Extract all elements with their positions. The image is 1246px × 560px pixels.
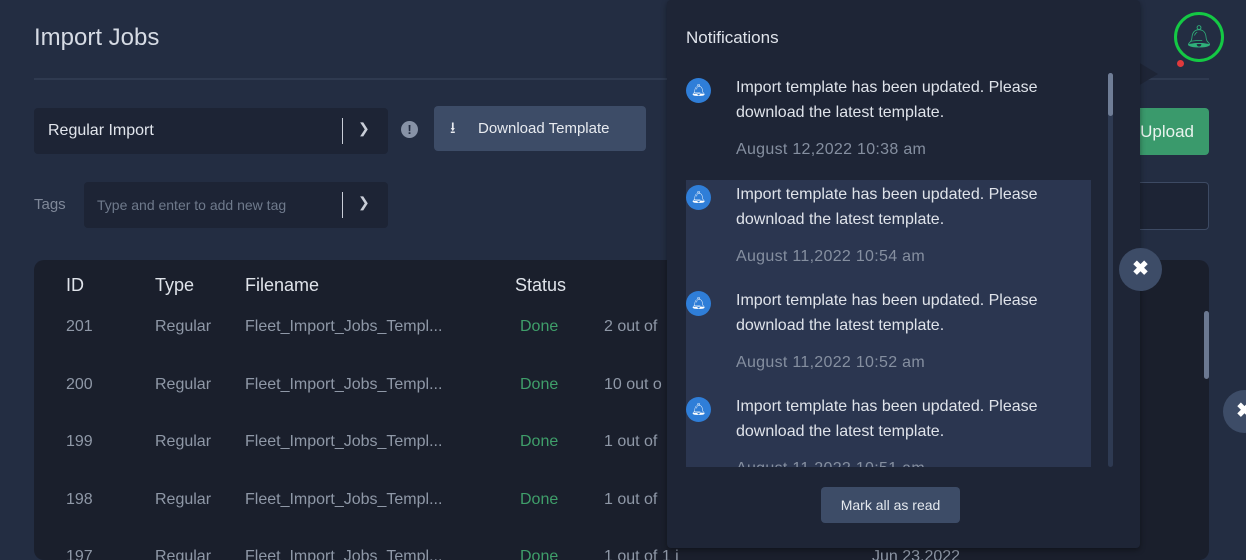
notification-time: August 11,2022 10:54 am	[736, 248, 925, 265]
tags-label: Tags	[34, 196, 66, 213]
close-icon[interactable]: ✖	[1119, 248, 1162, 291]
download-icon: ⭳	[450, 120, 456, 137]
notification-time: August 11,2022 10:52 am	[736, 354, 925, 371]
cell-status: Done	[520, 490, 559, 508]
cell-progress: 10 out o	[604, 375, 662, 393]
tags-input[interactable]: Type and enter to add new tag ❯	[84, 182, 388, 228]
cell-type: Regular	[155, 375, 212, 393]
notification-item[interactable]: 🔔︎ Import template has been updated. Ple…	[686, 180, 1091, 286]
bell-icon: 🔔︎	[686, 185, 711, 210]
header-id[interactable]: ID	[66, 275, 84, 296]
cell-filename[interactable]: Fleet_Import_Jobs_Templ...	[245, 491, 442, 509]
cell-filename[interactable]: Fleet_Import_Jobs_Templ...	[245, 376, 442, 394]
select-separator	[342, 192, 343, 218]
cell-progress: 1 out of	[604, 490, 658, 508]
import-type-value: Regular Import	[48, 122, 154, 139]
cell-progress: 1 out of	[604, 433, 658, 450]
notification-item[interactable]: 🔔︎ Import template has been updated. Ple…	[686, 286, 1091, 392]
notifications-list: 🔔︎ Import template has been updated. Ple…	[686, 70, 1091, 467]
close-icon[interactable]: ✖	[1223, 390, 1246, 433]
bell-icon: 🔔︎	[686, 397, 711, 422]
cell-id: 197	[66, 548, 93, 560]
bell-icon: 🔔︎	[686, 78, 711, 103]
import-type-select[interactable]: Regular Import ❯	[34, 108, 388, 154]
header-status[interactable]: Status	[515, 275, 566, 296]
cell-filename[interactable]: Fleet_Import_Jobs_Templ...	[245, 433, 442, 451]
notification-message: Import template has been updated. Please…	[736, 398, 1038, 440]
notification-message: Import template has been updated. Please…	[736, 79, 1038, 121]
page-title: Import Jobs	[34, 24, 160, 51]
cell-progress: 2 out of	[604, 318, 658, 335]
download-template-label: Download Template	[478, 120, 610, 137]
chevron-down-icon[interactable]: ❯	[358, 120, 370, 137]
cell-id: 198	[66, 490, 93, 508]
notifications-title: Notifications	[686, 28, 779, 47]
header-filename[interactable]: Filename	[245, 275, 319, 296]
cell-type: Regular	[155, 548, 212, 560]
notifications-panel: Notifications 🔔︎ Import template has bee…	[667, 0, 1140, 548]
cell-filename[interactable]: Fleet_Import_Jobs_Templ...	[245, 318, 442, 336]
notification-time: August 12,2022 10:38 am	[736, 141, 927, 158]
cell-status: Done	[520, 548, 559, 560]
cell-id: 201	[66, 318, 93, 335]
cell-type: Regular	[155, 433, 212, 450]
mark-all-read-button[interactable]: Mark all as read	[821, 487, 960, 523]
bell-icon: 🔔︎	[686, 291, 711, 316]
notification-item[interactable]: 🔔︎ Import template has been updated. Ple…	[686, 392, 1091, 467]
cell-status: Done	[520, 433, 559, 450]
cell-id: 199	[66, 433, 93, 450]
cell-status: Done	[520, 375, 559, 393]
notification-item[interactable]: 🔔︎ Import template has been updated. Ple…	[686, 70, 1091, 176]
table-scrollbar[interactable]	[1204, 311, 1209, 379]
cell-progress: 1 out of 1 j	[604, 548, 679, 560]
notification-message: Import template has been updated. Please…	[736, 186, 1038, 228]
notification-message: Import template has been updated. Please…	[736, 292, 1038, 334]
cell-filename[interactable]: Fleet_Import_Jobs_Templ...	[245, 548, 442, 560]
header-type[interactable]: Type	[155, 275, 194, 296]
download-template-button[interactable]: ⭳ Download Template	[434, 106, 646, 151]
notifications-scroll-thumb[interactable]	[1108, 73, 1113, 116]
notification-time: August 11,2022 10:51 am	[736, 460, 925, 467]
unread-dot	[1177, 60, 1184, 67]
chevron-down-icon[interactable]: ❯	[358, 194, 370, 211]
tags-placeholder: Type and enter to add new tag	[97, 197, 287, 213]
popover-caret	[1138, 62, 1158, 86]
cell-id: 200	[66, 375, 93, 393]
cell-type: Regular	[155, 490, 212, 508]
bell-icon: 🔔︎	[1185, 24, 1213, 49]
select-separator	[342, 118, 343, 144]
info-icon[interactable]: !	[401, 121, 418, 138]
notification-bell-button[interactable]: 🔔︎	[1174, 12, 1224, 62]
cell-status: Done	[520, 318, 559, 335]
notifications-scrollbar[interactable]	[1108, 73, 1113, 467]
cell-type: Regular	[155, 318, 212, 335]
cell-date: Jun 23,2022	[872, 548, 961, 560]
